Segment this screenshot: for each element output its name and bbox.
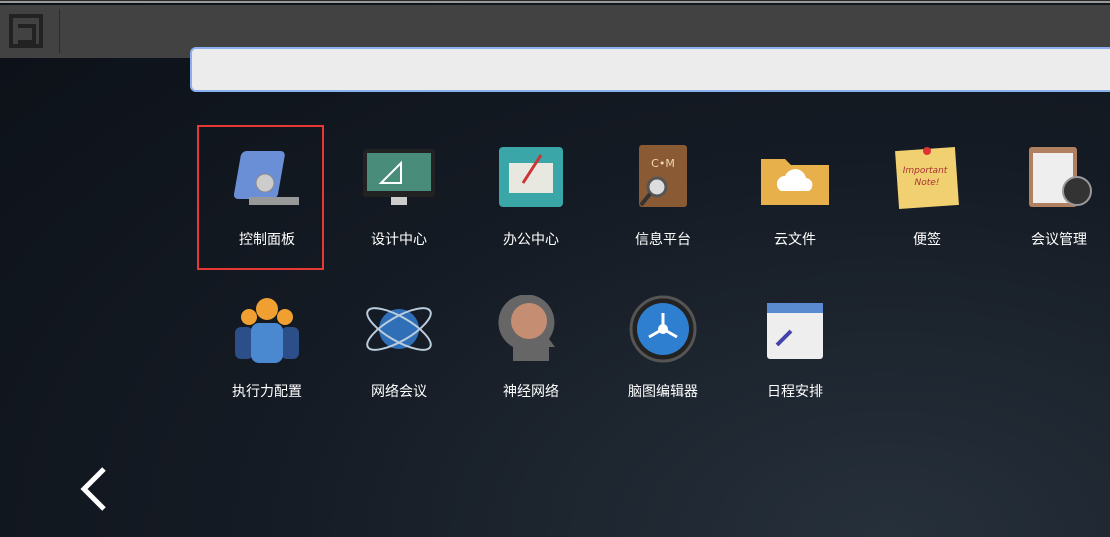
app-label: 日程安排 — [767, 384, 823, 400]
app-cm-book-magnifier[interactable]: C•M 信息平台 — [603, 143, 723, 249]
svg-text:Note!: Note! — [915, 178, 940, 188]
app-label: 脑图编辑器 — [628, 384, 698, 400]
window-top-border — [0, 0, 1110, 3]
app-imac-design[interactable]: 设计中心 — [339, 143, 459, 249]
app-label: 会议管理 — [1031, 232, 1087, 248]
cm-book-magnifier-icon: C•M — [639, 145, 687, 207]
app-cloud-folder[interactable]: 云文件 — [735, 143, 855, 249]
svg-text:Important: Important — [903, 166, 948, 176]
app-label: 办公中心 — [503, 232, 559, 248]
imac-design-icon — [363, 149, 435, 205]
control-panel-icon — [233, 151, 299, 205]
divider — [59, 9, 60, 53]
logo-icon[interactable] — [9, 14, 43, 48]
app-clipboard-clock[interactable]: 会议管理 — [999, 143, 1110, 249]
app-brain-head[interactable]: 神经网络 — [471, 294, 591, 401]
app-label: 控制面板 — [239, 232, 295, 248]
cloud-folder-icon — [761, 159, 829, 205]
app-people-group[interactable]: 执行力配置 — [207, 295, 327, 401]
back-arrow-icon[interactable] — [76, 465, 116, 513]
app-globe-orbit[interactable]: 网络会议 — [339, 295, 459, 401]
app-label: 神经网络 — [503, 384, 559, 400]
app-mindmap-node[interactable]: 脑图编辑器 — [603, 295, 723, 401]
sticky-note-icon: Important Note! — [895, 146, 959, 210]
calendar-icon — [767, 303, 823, 359]
app-calendar[interactable]: 日程安排 — [735, 295, 855, 401]
app-label: 云文件 — [774, 232, 816, 248]
app-sticky-note[interactable]: Important Note! 便签 — [867, 143, 987, 249]
app-label: 信息平台 — [635, 232, 691, 248]
search-input[interactable] — [192, 49, 1110, 90]
svg-text:C•M: C•M — [651, 157, 675, 170]
clipboard-clock-icon — [1029, 147, 1092, 207]
app-label: 设计中心 — [371, 232, 427, 248]
search-box[interactable] — [190, 47, 1110, 92]
app-label: 便签 — [913, 232, 941, 248]
app-label: 网络会议 — [371, 384, 427, 400]
mindmap-node-icon — [629, 295, 697, 363]
office-notebook-icon — [499, 147, 563, 207]
people-group-icon — [235, 298, 299, 363]
app-label: 执行力配置 — [232, 384, 302, 400]
globe-orbit-icon — [366, 307, 432, 351]
brain-head-icon — [498, 294, 555, 361]
app-control-panel[interactable]: 控制面板 — [207, 143, 327, 249]
app-office-notebook[interactable]: 办公中心 — [471, 143, 591, 249]
